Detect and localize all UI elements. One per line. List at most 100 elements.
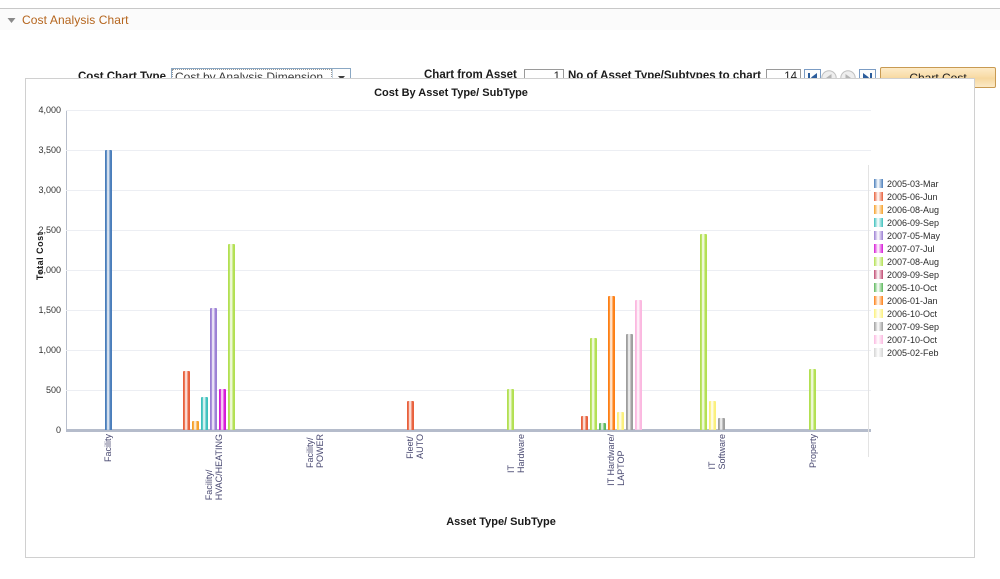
legend-item[interactable]: 2006-10-Oct	[874, 307, 974, 320]
x-axis-tick-label: ITHardware	[506, 434, 526, 473]
x-axis-tick-label-line: Facility/	[204, 434, 214, 500]
legend-swatch	[874, 322, 883, 331]
bar[interactable]	[228, 244, 235, 430]
x-axis-tick-label-line: Facility/	[305, 434, 315, 468]
legend-swatch	[874, 231, 883, 240]
x-axis-tick-label: Facility/HVAC/HEATING	[204, 434, 224, 500]
bar[interactable]	[407, 401, 414, 430]
chart-toolbar: Cost Chart Type Cost by Analysis Dimensi…	[0, 30, 1000, 72]
legend-item[interactable]: 2007-07-Jul	[874, 242, 974, 255]
x-axis-tick-label: Facility/POWER	[305, 434, 325, 468]
bar[interactable]	[809, 369, 816, 430]
triangle-down-icon	[6, 15, 17, 26]
bar[interactable]	[635, 300, 642, 430]
y-axis-tick-label: 2,500	[38, 225, 61, 235]
legend-label: 2007-10-Oct	[887, 335, 937, 345]
bar[interactable]	[201, 397, 208, 430]
legend-item[interactable]: 2006-09-Sep	[874, 216, 974, 229]
legend-item[interactable]: 2006-08-Aug	[874, 203, 974, 216]
legend-swatch	[874, 335, 883, 344]
bar-fill	[581, 416, 588, 430]
legend-label: 2007-08-Aug	[887, 257, 939, 267]
legend-item[interactable]: 2007-05-May	[874, 229, 974, 242]
legend-swatch	[874, 283, 883, 292]
collapse-toggle[interactable]	[0, 9, 22, 31]
bar[interactable]	[608, 296, 615, 430]
bar-fill	[709, 401, 716, 430]
y-axis-tick-label: 1,500	[38, 305, 61, 315]
legend-label: 2007-07-Jul	[887, 244, 935, 254]
x-axis-tick-label-line: IT	[707, 434, 717, 470]
legend-swatch	[874, 257, 883, 266]
legend-label: 2006-09-Sep	[887, 218, 939, 228]
bar[interactable]	[507, 389, 514, 430]
bar-fill	[210, 308, 217, 430]
bar-fill	[183, 371, 190, 430]
cost-analysis-page: Cost Analysis Chart Cost Chart Type Cost…	[0, 0, 1000, 579]
bar-fill	[407, 401, 414, 430]
bar[interactable]	[183, 371, 190, 430]
legend-item[interactable]: 2005-02-Feb	[874, 346, 974, 359]
legend-item[interactable]: 2007-10-Oct	[874, 333, 974, 346]
gridline	[66, 310, 871, 311]
x-axis-tick-label: IT Hardware/LAPTOP	[606, 434, 626, 486]
y-axis-tick-label: 2,000	[38, 265, 61, 275]
gridline	[66, 350, 871, 351]
legend-swatch	[874, 244, 883, 253]
bar[interactable]	[617, 412, 624, 430]
legend-swatch	[874, 179, 883, 188]
legend-item[interactable]: 2009-09-Sep	[874, 268, 974, 281]
chart-title: Cost By Asset Type/ SubType	[26, 87, 876, 99]
y-axis-tick-label: 500	[46, 385, 61, 395]
x-axis-tick-label-line: Property	[808, 434, 818, 468]
legend-item[interactable]: 2007-09-Sep	[874, 320, 974, 333]
bar[interactable]	[700, 234, 707, 430]
group-header: Cost Analysis Chart	[0, 8, 1000, 32]
legend-label: 2007-05-May	[887, 231, 940, 241]
gridline	[66, 190, 871, 191]
bar-fill	[626, 334, 633, 430]
x-axis-tick-label-line: POWER	[315, 434, 325, 468]
legend-label: 2009-09-Sep	[887, 270, 939, 280]
legend-item[interactable]: 2005-03-Mar	[874, 177, 974, 190]
bar[interactable]	[192, 421, 199, 430]
bar[interactable]	[599, 423, 606, 430]
bar[interactable]	[581, 416, 588, 430]
x-axis-tick-label-line: AUTO	[415, 434, 425, 459]
legend-label: 2006-10-Oct	[887, 309, 937, 319]
bar[interactable]	[105, 150, 112, 430]
x-axis-tick-label-line: IT Hardware/	[606, 434, 616, 486]
legend-item[interactable]: 2007-08-Aug	[874, 255, 974, 268]
legend-item[interactable]: 2005-06-Jun	[874, 190, 974, 203]
bar[interactable]	[219, 389, 226, 430]
legend-label: 2005-10-Oct	[887, 283, 937, 293]
x-axis-tick-label-line: Hardware	[516, 434, 526, 473]
bar[interactable]	[590, 338, 597, 430]
legend-label: 2007-09-Sep	[887, 322, 939, 332]
bar-fill	[105, 150, 112, 430]
x-axis-tick-label-line: HVAC/HEATING	[214, 434, 224, 500]
bar-fill	[590, 338, 597, 430]
bar-fill	[809, 369, 816, 430]
x-axis-tick-label: Fleet/AUTO	[405, 434, 425, 459]
x-axis-tick-label-line: LAPTOP	[616, 434, 626, 486]
bar[interactable]	[626, 334, 633, 430]
gridline	[66, 150, 871, 151]
legend-swatch	[874, 205, 883, 214]
bar[interactable]	[718, 418, 725, 430]
bar[interactable]	[210, 308, 217, 430]
bar-fill	[192, 421, 199, 430]
bar-fill	[700, 234, 707, 430]
legend-swatch	[874, 296, 883, 305]
x-axis-tick-label-line: Software	[717, 434, 727, 470]
bar[interactable]	[709, 401, 716, 430]
gridline	[66, 230, 871, 231]
legend-label: 2005-02-Feb	[887, 348, 939, 358]
y-axis-tick-label: 3,500	[38, 145, 61, 155]
legend-item[interactable]: 2006-01-Jan	[874, 294, 974, 307]
page-title: Cost Analysis Chart	[22, 13, 129, 27]
legend-swatch	[874, 218, 883, 227]
x-axis-tick-label-line: Facility	[103, 434, 113, 462]
chart-panel: Cost By Asset Type/ SubType Total Cost A…	[25, 78, 975, 558]
legend-item[interactable]: 2005-10-Oct	[874, 281, 974, 294]
